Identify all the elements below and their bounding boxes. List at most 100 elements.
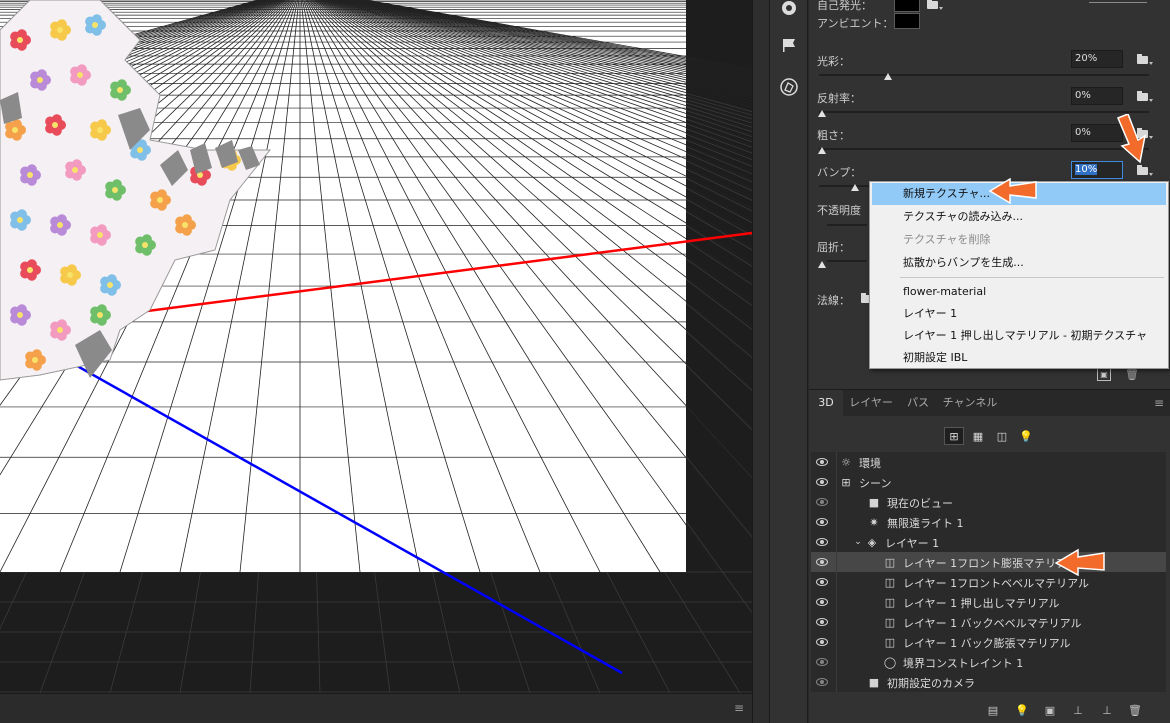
refraction-slider-track[interactable] [827,260,867,262]
texture-folder-icon[interactable] [1137,53,1153,65]
panel-menu-icon[interactable]: ≡ [1154,396,1164,410]
property-slider-thumb[interactable] [851,184,859,191]
menu-item[interactable]: 拡散からバンプを生成... [872,252,1166,274]
property-slider-track[interactable] [819,148,1149,150]
tree-row[interactable]: ◫ レイヤー 1 押し出しマテリアル [811,592,1166,612]
ambient-color-swatch[interactable] [894,13,920,29]
tree-row[interactable]: ◯ 境界コンストレイント 1 [811,652,1166,672]
menu-separator [900,277,1164,278]
tree-label: 無限遠ライト 1 [887,517,964,530]
tree-label: レイヤー 1 押し出しマテリアル [903,597,1060,610]
environment-icon: ☼ [841,455,851,469]
render-icon[interactable]: ▣ [1097,368,1111,381]
property-slider-thumb[interactable] [818,110,826,117]
menu-texture-item[interactable]: レイヤー 1 押し出しマテリアル - 初期テクスチャ [872,325,1166,347]
light-icon: ✷ [869,515,879,529]
visibility-eye-icon[interactable] [815,517,829,527]
tree-label: 現在のビュー [887,497,953,510]
tree-row[interactable]: ⊞ シーン [811,472,1166,492]
menu-item[interactable]: テクスチャの読み込み... [872,206,1166,228]
tree-divider [836,632,837,652]
property-row: 反射率： 0% [817,87,1162,107]
material-icon: ◫ [884,595,896,609]
panel-tab[interactable]: パス [899,390,937,416]
scene-icon: ⊞ [841,475,851,489]
property-slider-thumb[interactable] [884,73,892,80]
chevron-down-icon[interactable]: ⌄ [851,535,865,549]
visibility-eye-icon[interactable] [815,497,829,507]
visibility-eye-icon[interactable] [815,617,829,627]
property-value-field[interactable]: 0% [1071,87,1123,105]
property-row: 光彩： 20% [817,50,1162,70]
panel-tab[interactable]: レイヤー [843,390,899,416]
tree-row[interactable]: ◫ レイヤー 1フロントベベルマテリアル [811,572,1166,592]
trash-icon[interactable]: 🗑 [1125,368,1139,381]
visibility-eye-icon[interactable] [815,557,829,567]
tree-row[interactable]: ✷ 無限遠ライト 1 [811,512,1166,532]
self-illumination-color-swatch[interactable] [894,0,920,12]
3d-scene-tree: ☼ 環境 ⊞ シーン ■ 現在のビュー ✷ 無限遠ライト 1 ⌄ ◈ レイヤー 1 ◫ レイヤー 1フロ… [811,452,1166,692]
delete-icon[interactable]: 🗑 [1127,702,1143,718]
property-row: 粗さ： 0% [817,124,1162,144]
visibility-eye-icon[interactable] [815,657,829,667]
property-slider-track[interactable] [819,111,1149,113]
visibility-eye-icon[interactable] [815,597,829,607]
flag-icon[interactable] [777,33,801,57]
tree-divider [836,612,837,632]
tree-label: レイヤー 1 バック膨張マテリアル [903,637,1071,650]
filter-scene-icon[interactable]: ⊞ [944,427,964,445]
3d-scene[interactable] [0,0,752,693]
tree-divider [836,472,837,492]
texture-folder-icon[interactable] [1137,90,1153,102]
tree-row[interactable]: ◫ レイヤー 1フロント膨張マテリアル [811,552,1166,572]
visibility-eye-icon[interactable] [815,577,829,587]
filter-mesh-icon[interactable]: ▦ [968,427,988,445]
3d-panel: ≡ 3D レイヤー パス チャンネル ⊞ ▦ ◫ 💡 ☼ 環境 ⊞ シーン ■ 現在のビュー ✷ 無… [809,389,1170,723]
tree-row[interactable]: ☼ 環境 [811,452,1166,472]
tree-label: レイヤー 1 [885,537,940,550]
opacity-slider-track[interactable] [827,224,867,226]
visibility-eye-icon[interactable] [815,677,829,687]
visibility-eye-icon[interactable] [815,477,829,487]
texture-folder-icon[interactable] [1137,164,1153,176]
tree-row[interactable]: ⌄ ◈ レイヤー 1 [811,532,1166,552]
menu-texture-item[interactable]: 初期設定 IBL [872,347,1166,369]
filter-material-icon[interactable]: ◫ [992,427,1012,445]
panel-tab[interactable]: 3D [809,390,843,416]
mesh-icon: ◈ [867,535,877,549]
mesh-from-layer-icon[interactable]: ▤ [985,702,1001,718]
visibility-eye-icon[interactable] [815,457,829,467]
visibility-eye-icon[interactable] [815,537,829,547]
visibility-eye-icon[interactable] [815,637,829,647]
tree-row[interactable]: ◫ レイヤー 1 バックベベルマテリアル [811,612,1166,632]
refraction-label: 屈折： [817,241,850,254]
property-value-field[interactable]: 20% [1071,50,1123,68]
filter-light-icon[interactable]: 💡 [1016,427,1036,445]
tree-row[interactable]: ■ 初期設定のカメラ [811,672,1166,692]
properties-panel-icon[interactable] [777,0,801,20]
material-icon: ◫ [884,575,896,589]
constraint-icon[interactable]: ⊥ [1099,702,1115,718]
viewport-scrollbar[interactable] [752,0,770,723]
menu-texture-item[interactable]: レイヤー 1 [872,303,1166,325]
add-light-icon[interactable]: 💡 [1014,702,1030,718]
3d-mode-icon[interactable] [777,75,801,99]
ground-icon[interactable]: ⊥ [1070,702,1086,718]
refraction-slider-thumb[interactable] [818,261,826,268]
self-illumination-texture-icon[interactable] [927,0,943,10]
ambient-row: アンビエント： [817,12,1162,32]
3d-viewport[interactable] [0,0,752,693]
panel-tab[interactable]: チャンネル [937,390,1003,416]
tree-divider [836,492,837,512]
material-icon: ◫ [884,615,896,629]
property-slider-track[interactable] [819,74,1149,76]
render-settings-icon[interactable]: ▣ [1042,702,1058,718]
status-menu-icon[interactable]: ≡ [734,701,744,715]
panel-tool-strip [770,0,808,723]
tree-row[interactable]: ■ 現在のビュー [811,492,1166,512]
tree-row[interactable]: ◫ レイヤー 1 バック膨張マテリアル [811,632,1166,652]
annotation-arrow-material [1054,548,1105,576]
menu-texture-item[interactable]: flower-material [872,281,1166,303]
property-slider-thumb[interactable] [818,147,826,154]
ambient-label: アンビエント： [817,17,894,30]
